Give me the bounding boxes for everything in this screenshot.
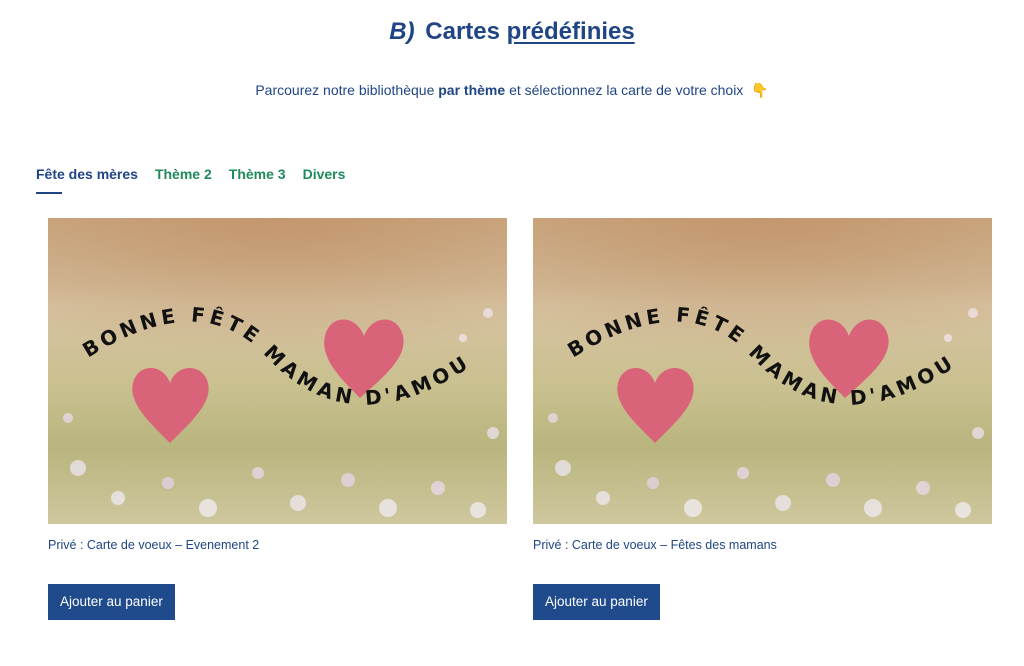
card-image[interactable]: BONNE FÊTE MAMAN D'AMOUR [533, 218, 992, 524]
add-to-cart-button[interactable]: Ajouter au panier [533, 584, 660, 620]
svg-text:BONNE FÊTE: BONNE FÊTE [563, 302, 752, 362]
tab-divers[interactable]: Divers [303, 166, 346, 194]
product-card: BONNE FÊTE MAMAN D'AMOUR Privé : Carte d… [533, 218, 992, 620]
subtitle-bold: par thème [438, 82, 506, 98]
svg-text:MAMAN D'AMOUR: MAMAN D'AMOUR [533, 218, 960, 410]
subtitle-part2: et sélectionnez la carte de votre choix [509, 82, 744, 98]
card-image-text-line2: MAMAN D'AMOUR [48, 218, 471, 410]
tab-theme-3[interactable]: Thème 3 [229, 166, 286, 194]
card-image-text-line1: BONNE FÊTE [78, 302, 263, 362]
card-caption[interactable]: Privé : Carte de voeux – Fêtes des maman… [533, 538, 992, 552]
svg-text:BONNE FÊTE: BONNE FÊTE [78, 302, 267, 362]
tab-fete-des-meres[interactable]: Fête des mères [36, 166, 138, 194]
card-caption[interactable]: Privé : Carte de voeux – Evenement 2 [48, 538, 507, 552]
section-prefix: B) [389, 18, 415, 45]
card-image[interactable]: BONNE FÊTE MAMAN D'AMOUR [48, 218, 507, 524]
card-illustration: BONNE FÊTE MAMAN D'AMOUR [533, 218, 984, 518]
page-title: B) Cartes prédéfinies [0, 18, 1024, 46]
card-image-text-line2: MAMAN D'AMOUR [533, 218, 956, 410]
product-card: BONNE FÊTE MAMAN D'AMOUR Privé : Carte d… [48, 218, 507, 620]
card-image-text-line1: BONNE FÊTE [563, 302, 748, 362]
svg-text:MAMAN D'AMOUR: MAMAN D'AMOUR [48, 218, 475, 410]
page-subtitle: Parcourez notre bibliothèque par thème e… [0, 82, 1024, 99]
heart-shape [132, 368, 209, 443]
card-illustration: BONNE FÊTE MAMAN D'AMOUR [48, 218, 499, 518]
add-to-cart-button[interactable]: Ajouter au panier [48, 584, 175, 620]
title-link[interactable]: prédéfinies [507, 18, 635, 45]
pointing-down-icon: 👇 [751, 82, 769, 98]
heart-shape [617, 368, 694, 443]
tab-theme-2[interactable]: Thème 2 [155, 166, 212, 194]
theme-tabs: Fête des mères Thème 2 Thème 3 Divers [36, 166, 362, 194]
title-text: Cartes [425, 18, 500, 45]
subtitle-part1: Parcourez notre bibliothèque [255, 82, 435, 98]
